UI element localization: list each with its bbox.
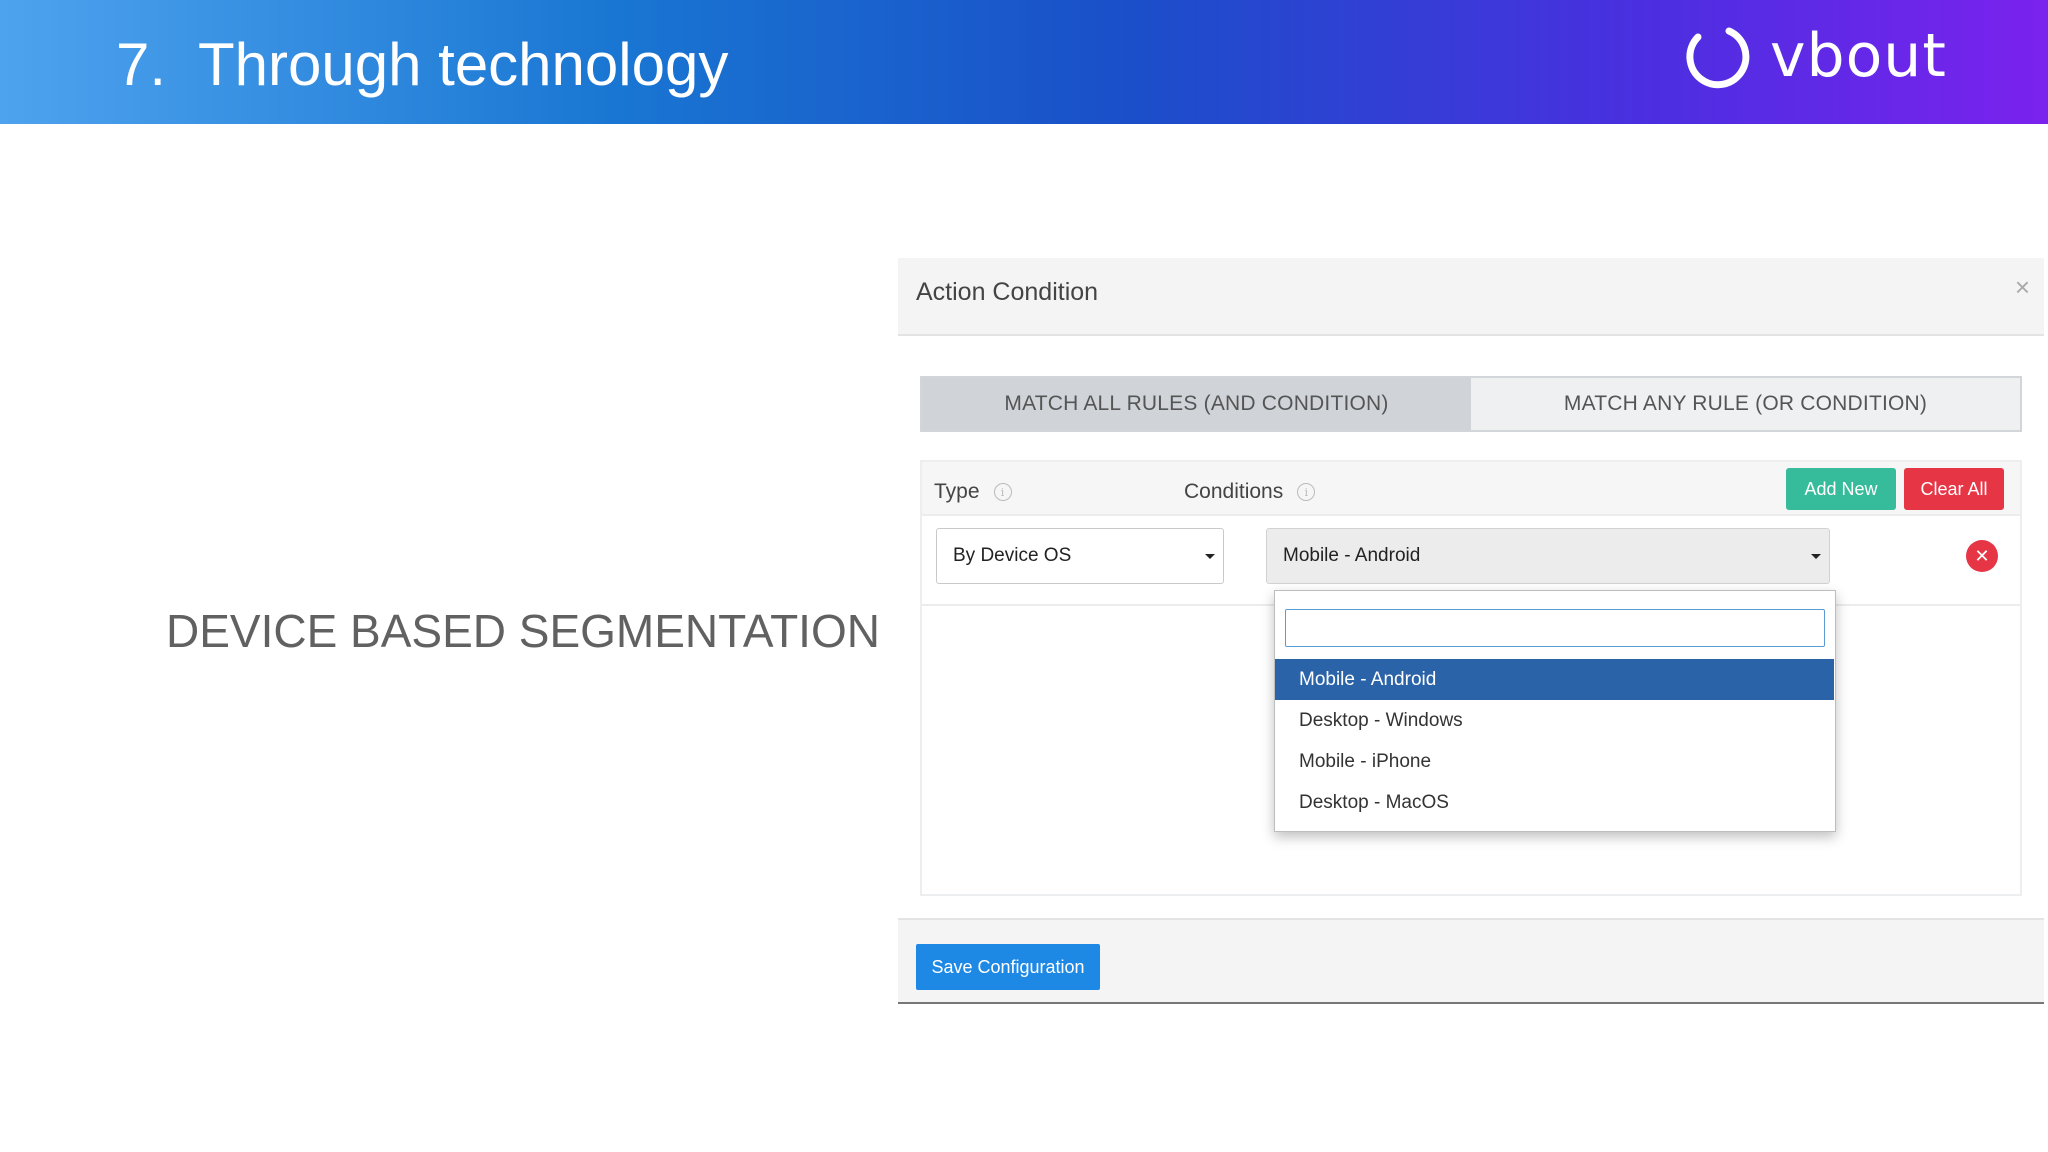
- option-desktop-windows[interactable]: Desktop - Windows: [1275, 700, 1834, 741]
- condition-select[interactable]: Mobile - Android: [1266, 528, 1830, 584]
- option-mobile-iphone[interactable]: Mobile - iPhone: [1275, 741, 1834, 782]
- conditions-label: Conditions: [1184, 480, 1284, 503]
- slide-title-text: Through technology: [198, 31, 729, 98]
- save-configuration-button[interactable]: Save Configuration: [916, 944, 1100, 990]
- condition-dropdown: Mobile - Android Desktop - Windows Mobil…: [1274, 590, 1836, 832]
- slide: 7. Through technology vbout DEVICE BASED …: [0, 0, 2048, 1152]
- tab-match-all[interactable]: MATCH ALL RULES (AND CONDITION): [922, 378, 1471, 430]
- clear-all-button[interactable]: Clear All: [1904, 468, 2004, 510]
- type-label: Type: [934, 480, 980, 503]
- modal-header: Action Condition ×: [898, 258, 2044, 336]
- rules-header: Type i Conditions i Add New Clear All: [922, 462, 2020, 516]
- modal-footer: Save Configuration: [898, 918, 2044, 1004]
- match-mode-tabs: MATCH ALL RULES (AND CONDITION) MATCH AN…: [920, 376, 2022, 432]
- conditions-column-label: Conditions i: [1184, 480, 1316, 504]
- info-icon: i: [1297, 483, 1316, 501]
- type-column-label: Type i: [934, 480, 1012, 504]
- type-select[interactable]: By Device OS: [936, 528, 1224, 584]
- dropdown-options: Mobile - Android Desktop - Windows Mobil…: [1275, 659, 1834, 823]
- header-banner: 7. Through technology vbout: [0, 0, 2048, 124]
- remove-rule-icon[interactable]: ✕: [1966, 540, 1998, 572]
- modal-title: Action Condition: [916, 278, 1099, 306]
- logo-ring-icon: [1686, 27, 1750, 89]
- vbout-logo: vbout: [1684, 20, 1947, 92]
- segment-heading: DEVICE BASED SEGMENTATION: [166, 605, 880, 657]
- close-icon[interactable]: ×: [2015, 274, 2030, 300]
- condition-select-value: Mobile - Android: [1283, 545, 1421, 566]
- option-desktop-macos[interactable]: Desktop - MacOS: [1275, 782, 1834, 823]
- caret-down-icon: [1811, 554, 1821, 559]
- type-select-value: By Device OS: [953, 545, 1072, 566]
- option-mobile-android[interactable]: Mobile - Android: [1275, 659, 1834, 700]
- logo-text: vbout: [1770, 21, 1947, 91]
- dropdown-search-input[interactable]: [1285, 609, 1825, 647]
- tab-match-any[interactable]: MATCH ANY RULE (OR CONDITION): [1471, 378, 2020, 430]
- info-icon: i: [993, 483, 1012, 501]
- add-new-button[interactable]: Add New: [1786, 468, 1896, 510]
- slide-number: 7.: [116, 31, 167, 98]
- slide-title: 7. Through technology: [116, 30, 728, 99]
- caret-down-icon: [1205, 554, 1215, 559]
